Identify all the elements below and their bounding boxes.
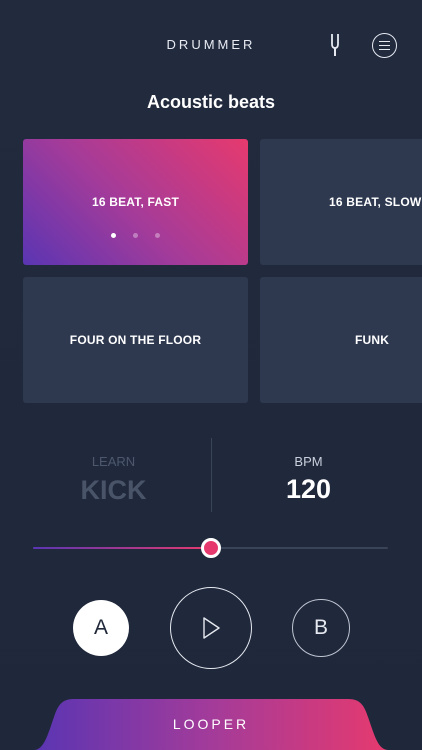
menu-icon[interactable] <box>372 33 397 58</box>
page-dot <box>133 233 138 238</box>
section-b-button[interactable]: B <box>292 599 350 657</box>
menu-line <box>379 49 390 51</box>
beat-card-label: FOUR ON THE FLOOR <box>69 333 202 347</box>
beat-card-label: 16 BEAT, FAST <box>91 195 180 209</box>
page-dot <box>155 233 160 238</box>
tempo-slider-fill <box>33 547 211 549</box>
beat-card-16-beat-fast[interactable]: 16 BEAT, FAST <box>23 139 248 265</box>
play-icon <box>203 617 220 639</box>
category-title: Acoustic beats <box>146 92 276 112</box>
bpm-value: 120 <box>285 474 332 504</box>
tempo-slider-thumb[interactable] <box>200 538 221 558</box>
beat-card-funk[interactable]: FUNK <box>260 277 422 403</box>
looper-label: LOOPER <box>172 716 250 732</box>
beat-card-four-on-the-floor[interactable]: FOUR ON THE FLOOR <box>23 277 248 403</box>
tuning-fork-icon[interactable] <box>327 33 343 57</box>
bpm-label: BPM <box>294 454 323 469</box>
app-title: DRUMMER <box>166 37 256 52</box>
learn-value[interactable]: KICK <box>23 475 204 506</box>
beat-card-16-beat-slow[interactable]: 16 BEAT, SLOW <box>260 139 422 265</box>
drummer-screen: DRUMMER Acoustic beats 16 BEAT, FAST 16 … <box>0 0 422 750</box>
beat-card-label: 16 BEAT, SLOW <box>329 195 422 209</box>
page-dot-active <box>111 233 116 238</box>
looper-button[interactable]: LOOPER <box>34 699 388 750</box>
tempo-slider[interactable] <box>33 538 388 558</box>
divider <box>211 438 212 512</box>
play-button[interactable] <box>170 587 252 669</box>
page-indicator <box>23 233 248 238</box>
learn-label: LEARN <box>91 454 136 469</box>
section-a-button[interactable]: A <box>73 600 129 656</box>
menu-line <box>379 45 390 47</box>
menu-line <box>379 41 390 43</box>
beat-card-label: FUNK <box>355 333 390 347</box>
